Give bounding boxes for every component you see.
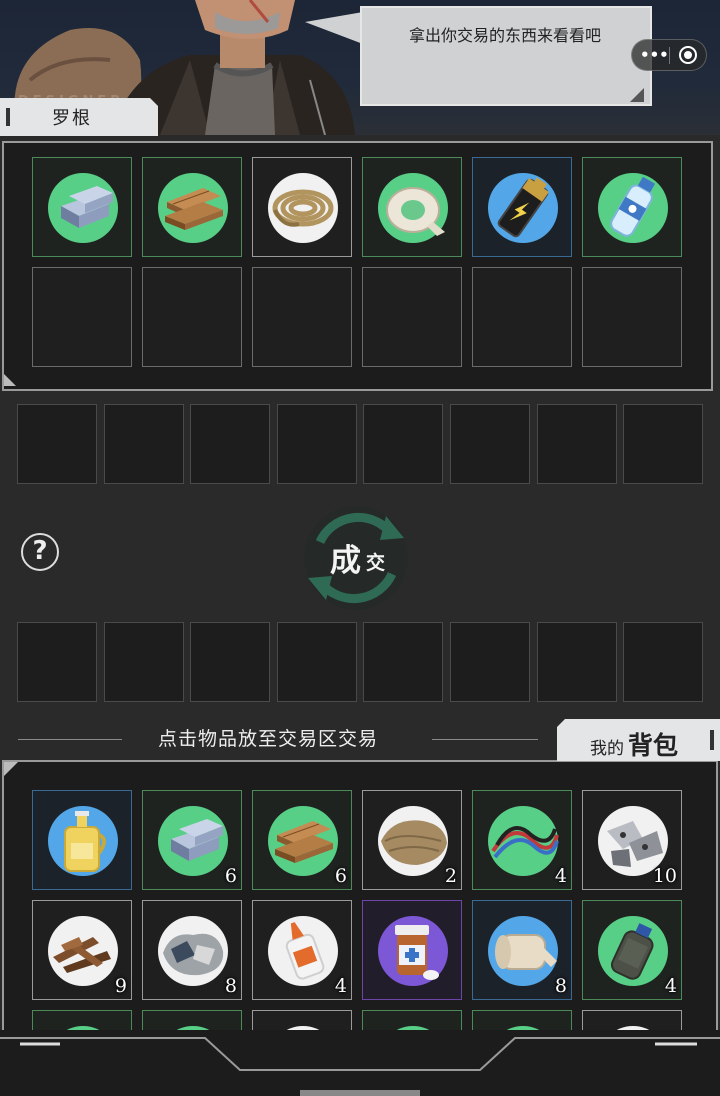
help-button[interactable]: ? <box>21 533 59 571</box>
backpack-item-slot[interactable]: 6 <box>142 790 242 890</box>
deal-label-big[interactable]: 成 <box>330 535 361 580</box>
merchant-offer-slot[interactable] <box>103 404 184 484</box>
panel-corner-mark <box>4 374 16 386</box>
item-quantity: 4 <box>334 975 347 997</box>
water-bottle-icon <box>610 176 656 237</box>
backpack-item-slot[interactable]: 4 <box>472 790 572 890</box>
battery-icon <box>497 177 549 238</box>
rope-coil-icon <box>272 189 334 227</box>
merchant-item-slot[interactable] <box>472 157 572 257</box>
player-offer-slot[interactable] <box>103 622 184 702</box>
player-offer-slot[interactable] <box>17 622 97 702</box>
speech-corner-mark <box>630 88 644 102</box>
backpack-item-slot[interactable]: 4 <box>252 900 352 1000</box>
item-quantity: 8 <box>554 975 567 997</box>
merchant-item-slot[interactable] <box>142 267 242 367</box>
backpack-item-slot[interactable]: 9 <box>32 900 132 1000</box>
item-quantity: 6 <box>224 865 237 887</box>
item-quantity: 4 <box>664 975 677 997</box>
capsule-divider <box>669 47 670 64</box>
backpack-tab-marker <box>710 730 714 750</box>
tape-roll-icon <box>386 187 445 236</box>
merchant-offer-slot[interactable] <box>363 404 444 484</box>
merchant-offer-slot[interactable] <box>17 404 97 484</box>
backpack-item-slot[interactable]: 8 <box>472 900 572 1000</box>
hint-line-left <box>18 739 122 740</box>
name-tab-marker <box>6 108 10 126</box>
backpack-item-slot[interactable] <box>32 790 132 890</box>
merchant-item-slot[interactable] <box>582 157 682 257</box>
backpack-item-slot[interactable]: 8 <box>142 900 242 1000</box>
deal-label-small[interactable]: 交 <box>366 548 385 575</box>
item-quantity: 10 <box>652 865 677 887</box>
backpack-item-slot[interactable]: 2 <box>362 790 462 890</box>
merchant-offer-slot[interactable] <box>276 404 357 484</box>
npc-name: 罗根 <box>52 108 92 129</box>
merchant-item-slot[interactable] <box>32 267 132 367</box>
merchant-item-slot[interactable] <box>362 157 462 257</box>
backpack-title-big: 背包 <box>628 731 679 760</box>
merchant-offer-slot[interactable] <box>536 404 617 484</box>
merchant-item-slot[interactable] <box>32 157 132 257</box>
merchant-item-slot[interactable] <box>252 267 352 367</box>
merchant-offer-slot[interactable] <box>190 404 271 484</box>
player-offer-slot[interactable] <box>536 622 617 702</box>
item-quantity: 4 <box>554 865 567 887</box>
merchant-item-slot[interactable] <box>142 157 242 257</box>
merchant-item-slot[interactable] <box>472 267 572 367</box>
player-offer-slot[interactable] <box>190 622 271 702</box>
backpack-item-slot[interactable]: 6 <box>252 790 352 890</box>
item-quantity: 2 <box>444 865 457 887</box>
item-quantity: 9 <box>114 975 127 997</box>
merchant-item-slot[interactable] <box>252 157 352 257</box>
backpack-corner-mark <box>4 762 18 776</box>
bottom-frame-decoration <box>0 1030 720 1096</box>
speech-bubble-tail <box>305 12 363 44</box>
backpack-item-slot[interactable]: 4 <box>582 900 682 1000</box>
player-offer-slot[interactable] <box>623 622 704 702</box>
player-offer-slot[interactable] <box>363 622 444 702</box>
merchant-item-slot[interactable] <box>582 267 682 367</box>
player-offer-slot[interactable] <box>450 622 530 702</box>
medicine-bottle-icon <box>395 925 439 980</box>
backpack-item-slot[interactable] <box>362 900 462 1000</box>
trade-hint: 点击物品放至交易区交易 <box>158 728 379 750</box>
merchant-offer-slot[interactable] <box>450 404 530 484</box>
item-quantity: 6 <box>334 865 347 887</box>
backpack-item-slot[interactable]: 10 <box>582 790 682 890</box>
npc-dialogue: 拿出你交易的东西来看看吧 <box>408 26 601 45</box>
more-dots-icon[interactable]: ••• <box>640 45 669 65</box>
steel-ingot-icon <box>61 186 113 228</box>
player-offer-slot[interactable] <box>276 622 357 702</box>
item-quantity: 8 <box>224 975 237 997</box>
hint-line-right <box>432 739 538 740</box>
speech-bubble <box>360 6 652 106</box>
record-circle-icon[interactable] <box>679 46 697 64</box>
backpack-title-small: 我的 <box>590 739 624 759</box>
merchant-item-slot[interactable] <box>362 267 462 367</box>
merchant-offer-slot[interactable] <box>623 404 704 484</box>
wood-planks-icon <box>165 188 223 230</box>
oil-bottle-icon <box>64 811 106 872</box>
